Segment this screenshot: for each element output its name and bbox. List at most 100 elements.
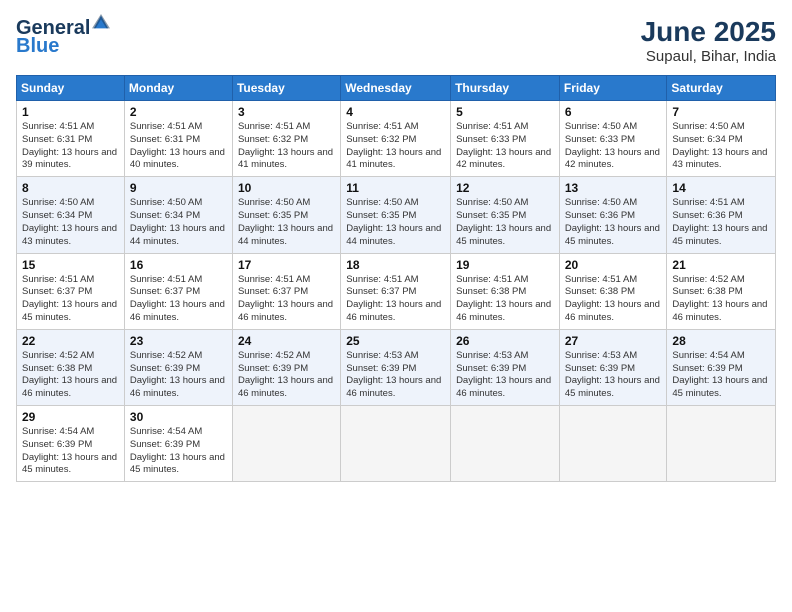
calendar-cell: 19 Sunrise: 4:51 AMSunset: 6:38 PMDayligh… — [451, 253, 560, 329]
week-row: 8 Sunrise: 4:50 AMSunset: 6:34 PMDaylight… — [17, 177, 776, 253]
day-number: 27 — [565, 334, 662, 348]
cell-info: Sunrise: 4:50 AMSunset: 6:34 PMDaylight:… — [130, 197, 225, 246]
calendar-cell: 21 Sunrise: 4:52 AMSunset: 6:38 PMDayligh… — [667, 253, 776, 329]
day-number: 4 — [346, 105, 445, 119]
cell-info: Sunrise: 4:50 AMSunset: 6:35 PMDaylight:… — [456, 197, 551, 246]
calendar-cell: 11Sunrise: 4:50 AMSunset: 6:35 PMDayligh… — [341, 177, 451, 253]
day-number: 1 — [22, 105, 119, 119]
calendar-cell: 13Sunrise: 4:50 AMSunset: 6:36 PMDayligh… — [559, 177, 667, 253]
cell-info: Sunrise: 4:52 AMSunset: 6:39 PMDaylight:… — [238, 350, 333, 399]
cell-info: Sunrise: 4:50 AMSunset: 6:33 PMDaylight:… — [565, 121, 660, 170]
cell-info: Sunrise: 4:50 AMSunset: 6:34 PMDaylight:… — [22, 197, 117, 246]
empty-cell — [451, 406, 560, 482]
cell-info: Sunrise: 4:53 AMSunset: 6:39 PMDaylight:… — [456, 350, 551, 399]
empty-cell — [559, 406, 667, 482]
calendar-cell: 5 Sunrise: 4:51 AMSunset: 6:33 PMDaylight… — [451, 101, 560, 177]
calendar-cell: 9 Sunrise: 4:50 AMSunset: 6:34 PMDaylight… — [124, 177, 232, 253]
day-number: 26 — [456, 334, 554, 348]
day-number: 20 — [565, 258, 662, 272]
week-row: 22Sunrise: 4:52 AMSunset: 6:38 PMDayligh… — [17, 329, 776, 405]
day-number: 13 — [565, 181, 662, 195]
calendar-cell: 6 Sunrise: 4:50 AMSunset: 6:33 PMDaylight… — [559, 101, 667, 177]
calendar-cell: 15 Sunrise: 4:51 AMSunset: 6:37 PMDayligh… — [17, 253, 125, 329]
day-number: 11 — [346, 181, 445, 195]
day-number: 29 — [22, 410, 119, 424]
week-row: 15 Sunrise: 4:51 AMSunset: 6:37 PMDayligh… — [17, 253, 776, 329]
day-number: 28 — [672, 334, 770, 348]
calendar-cell: 29 Sunrise: 4:54 AMSunset: 6:39 PMDayligh… — [17, 406, 125, 482]
day-number: 22 — [22, 334, 119, 348]
calendar-cell: 1 Sunrise: 4:51 AMSunset: 6:31 PMDaylight… — [17, 101, 125, 177]
day-number: 9 — [130, 181, 227, 195]
calendar-cell: 4 Sunrise: 4:51 AMSunset: 6:32 PMDaylight… — [341, 101, 451, 177]
empty-cell — [341, 406, 451, 482]
day-number: 6 — [565, 105, 662, 119]
cell-info: Sunrise: 4:50 AMSunset: 6:34 PMDaylight:… — [672, 121, 767, 170]
header: General Blue June 2025 Supaul, Bihar, In… — [16, 16, 776, 65]
logo: General Blue — [16, 16, 110, 58]
day-number: 7 — [672, 105, 770, 119]
calendar-cell: 7 Sunrise: 4:50 AMSunset: 6:34 PMDaylight… — [667, 101, 776, 177]
day-number: 5 — [456, 105, 554, 119]
day-number: 15 — [22, 258, 119, 272]
cell-info: Sunrise: 4:51 AMSunset: 6:36 PMDaylight:… — [672, 197, 767, 246]
calendar-cell: 18Sunrise: 4:51 AMSunset: 6:37 PMDayligh… — [341, 253, 451, 329]
cell-info: Sunrise: 4:53 AMSunset: 6:39 PMDaylight:… — [346, 350, 441, 399]
calendar-cell: 3Sunrise: 4:51 AMSunset: 6:32 PMDaylight… — [232, 101, 340, 177]
day-number: 12 — [456, 181, 554, 195]
cell-info: Sunrise: 4:53 AMSunset: 6:39 PMDaylight:… — [565, 350, 660, 399]
col-friday: Friday — [559, 76, 667, 101]
day-number: 17 — [238, 258, 335, 272]
day-number: 14 — [672, 181, 770, 195]
day-number: 16 — [130, 258, 227, 272]
cell-info: Sunrise: 4:50 AMSunset: 6:35 PMDaylight:… — [238, 197, 333, 246]
cell-info: Sunrise: 4:51 AMSunset: 6:31 PMDaylight:… — [22, 121, 117, 170]
calendar-cell: 27 Sunrise: 4:53 AMSunset: 6:39 PMDayligh… — [559, 329, 667, 405]
cell-info: Sunrise: 4:51 AMSunset: 6:37 PMDaylight:… — [130, 274, 225, 323]
day-number: 21 — [672, 258, 770, 272]
cell-info: Sunrise: 4:52 AMSunset: 6:39 PMDaylight:… — [130, 350, 225, 399]
day-number: 18 — [346, 258, 445, 272]
cell-info: Sunrise: 4:51 AMSunset: 6:37 PMDaylight:… — [22, 274, 117, 323]
calendar-cell: 26 Sunrise: 4:53 AMSunset: 6:39 PMDayligh… — [451, 329, 560, 405]
cell-info: Sunrise: 4:52 AMSunset: 6:38 PMDaylight:… — [672, 274, 767, 323]
day-number: 10 — [238, 181, 335, 195]
col-monday: Monday — [124, 76, 232, 101]
empty-cell — [667, 406, 776, 482]
day-number: 30 — [130, 410, 227, 424]
calendar-cell: 25Sunrise: 4:53 AMSunset: 6:39 PMDayligh… — [341, 329, 451, 405]
col-tuesday: Tuesday — [232, 76, 340, 101]
calendar-cell: 22Sunrise: 4:52 AMSunset: 6:38 PMDayligh… — [17, 329, 125, 405]
calendar-cell: 17 Sunrise: 4:51 AMSunset: 6:37 PMDayligh… — [232, 253, 340, 329]
calendar-cell: 8 Sunrise: 4:50 AMSunset: 6:34 PMDaylight… — [17, 177, 125, 253]
cell-info: Sunrise: 4:51 AMSunset: 6:38 PMDaylight:… — [456, 274, 551, 323]
empty-cell — [232, 406, 340, 482]
cell-info: Sunrise: 4:51 AMSunset: 6:33 PMDaylight:… — [456, 121, 551, 170]
cell-info: Sunrise: 4:54 AMSunset: 6:39 PMDaylight:… — [672, 350, 767, 399]
col-sunday: Sunday — [17, 76, 125, 101]
calendar-cell: 12 Sunrise: 4:50 AMSunset: 6:35 PMDayligh… — [451, 177, 560, 253]
title-block: June 2025 Supaul, Bihar, India — [641, 16, 776, 65]
day-number: 24 — [238, 334, 335, 348]
calendar-cell: 28 Sunrise: 4:54 AMSunset: 6:39 PMDayligh… — [667, 329, 776, 405]
cell-info: Sunrise: 4:51 AMSunset: 6:32 PMDaylight:… — [346, 121, 441, 170]
location-subtitle: Supaul, Bihar, India — [641, 48, 776, 65]
day-number: 19 — [456, 258, 554, 272]
calendar-cell: 20Sunrise: 4:51 AMSunset: 6:38 PMDayligh… — [559, 253, 667, 329]
cell-info: Sunrise: 4:54 AMSunset: 6:39 PMDaylight:… — [22, 426, 117, 475]
calendar-cell: 30Sunrise: 4:54 AMSunset: 6:39 PMDayligh… — [124, 406, 232, 482]
cell-info: Sunrise: 4:51 AMSunset: 6:31 PMDaylight:… — [130, 121, 225, 170]
day-number: 3 — [238, 105, 335, 119]
day-number: 23 — [130, 334, 227, 348]
page: General Blue June 2025 Supaul, Bihar, In… — [0, 0, 792, 612]
calendar-cell: 24 Sunrise: 4:52 AMSunset: 6:39 PMDayligh… — [232, 329, 340, 405]
calendar-cell: 23 Sunrise: 4:52 AMSunset: 6:39 PMDayligh… — [124, 329, 232, 405]
cell-info: Sunrise: 4:51 AMSunset: 6:37 PMDaylight:… — [238, 274, 333, 323]
day-number: 8 — [22, 181, 119, 195]
calendar-cell: 10 Sunrise: 4:50 AMSunset: 6:35 PMDayligh… — [232, 177, 340, 253]
week-row: 1 Sunrise: 4:51 AMSunset: 6:31 PMDaylight… — [17, 101, 776, 177]
col-thursday: Thursday — [451, 76, 560, 101]
logo-icon — [92, 14, 110, 32]
calendar-cell: 14 Sunrise: 4:51 AMSunset: 6:36 PMDayligh… — [667, 177, 776, 253]
calendar: Sunday Monday Tuesday Wednesday Thursday… — [16, 75, 776, 482]
